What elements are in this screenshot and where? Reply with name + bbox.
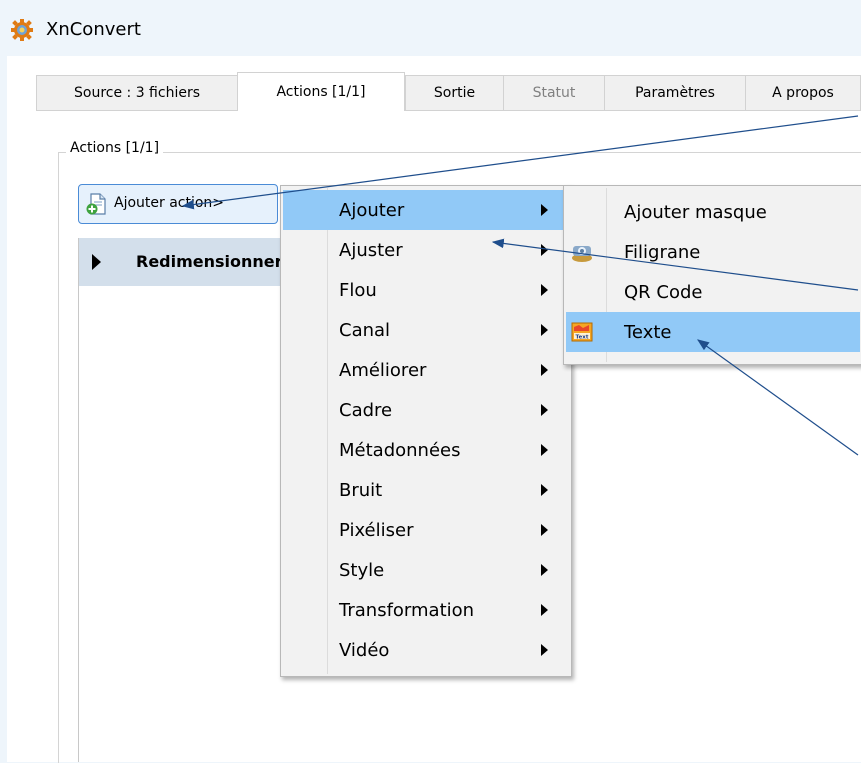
- actions-group-title: Actions [1/1]: [66, 140, 164, 156]
- menu-item-label: Vidéo: [339, 639, 390, 661]
- menu-item-label: Texte: [624, 321, 672, 343]
- tab-source[interactable]: Source : 3 fichiers: [36, 75, 238, 110]
- menu-item-metadonnees[interactable]: Métadonnées: [283, 430, 567, 470]
- submenu-arrow-icon: [541, 244, 548, 256]
- menu-item-label: Ajouter: [339, 199, 405, 221]
- tab-sortie[interactable]: Sortie: [405, 75, 504, 110]
- submenu-arrow-icon: [541, 484, 548, 496]
- submenu-item-ajouter-masque[interactable]: Ajouter masque: [566, 192, 860, 232]
- menu-item-ajouter[interactable]: Ajouter: [283, 190, 567, 230]
- submenu-arrow-icon: [541, 204, 548, 216]
- submenu-item-filigrane[interactable]: Filigrane: [566, 232, 860, 272]
- list-left-border: [78, 238, 79, 762]
- menu-item-canal[interactable]: Canal: [283, 310, 567, 350]
- menu-item-label: Canal: [339, 319, 391, 341]
- submenu-arrow-icon: [541, 404, 548, 416]
- menu-item-label: Bruit: [339, 479, 383, 501]
- window-title: XnConvert: [46, 19, 141, 40]
- tab-actions[interactable]: Actions [1/1]: [237, 72, 405, 111]
- tab-a-propos[interactable]: A propos: [745, 75, 861, 110]
- add-document-icon: [86, 193, 106, 215]
- submenu-arrow-icon: [541, 604, 548, 616]
- menu-item-label: QR Code: [624, 281, 703, 303]
- text-icon: Text: [571, 322, 593, 342]
- menu-item-label: Ajuster: [339, 239, 403, 261]
- submenu-arrow-icon: [541, 364, 548, 376]
- tab-statut: Statut: [503, 75, 605, 110]
- title-bar: XnConvert: [0, 0, 861, 48]
- menu-item-label: Pixéliser: [339, 519, 414, 541]
- submenu-arrow-icon: [541, 564, 548, 576]
- tab-parametres[interactable]: Paramètres: [604, 75, 746, 110]
- submenu-item-texte[interactable]: Text Texte: [566, 312, 860, 352]
- menu-item-label: Cadre: [339, 399, 393, 421]
- svg-text:Text: Text: [576, 334, 589, 340]
- submenu-arrow-icon: [541, 324, 548, 336]
- menu-item-flou[interactable]: Flou: [283, 270, 567, 310]
- menu-item-pixeliser[interactable]: Pixéliser: [283, 510, 567, 550]
- menu-item-style[interactable]: Style: [283, 550, 567, 590]
- menu-item-label: Flou: [339, 279, 377, 301]
- submenu-ajouter: Ajouter masque Filigrane QR Code Text Te…: [563, 185, 861, 365]
- submenu-item-qr-code[interactable]: QR Code: [566, 272, 860, 312]
- watermark-icon: [572, 246, 592, 262]
- add-action-button[interactable]: Ajouter action>: [78, 184, 278, 224]
- context-menu: Ajouter Ajuster Flou Canal Améliorer Cad…: [280, 185, 572, 677]
- menu-item-ameliorer[interactable]: Améliorer: [283, 350, 567, 390]
- xnconvert-logo-icon: [11, 19, 33, 41]
- menu-item-label: Transformation: [339, 599, 475, 621]
- menu-item-label: Filigrane: [624, 241, 701, 263]
- add-action-label: Ajouter action>: [114, 195, 225, 211]
- submenu-arrow-icon: [541, 284, 548, 296]
- menu-item-label: Ajouter masque: [624, 201, 767, 223]
- menu-item-label: Améliorer: [339, 359, 427, 381]
- menu-item-cadre[interactable]: Cadre: [283, 390, 567, 430]
- menu-item-transformation[interactable]: Transformation: [283, 590, 567, 630]
- submenu-arrow-icon: [541, 644, 548, 656]
- menu-item-label: Style: [339, 559, 385, 581]
- menu-item-label: Métadonnées: [339, 439, 461, 461]
- menu-item-video[interactable]: Vidéo: [283, 630, 567, 670]
- submenu-arrow-icon: [541, 524, 548, 536]
- menu-item-bruit[interactable]: Bruit: [283, 470, 567, 510]
- action-row-label: Redimensionner: [136, 252, 283, 271]
- submenu-arrow-icon: [541, 444, 548, 456]
- tab-strip-divider: [36, 110, 861, 111]
- menu-item-ajuster[interactable]: Ajuster: [283, 230, 567, 270]
- expand-arrow-icon[interactable]: [92, 254, 101, 270]
